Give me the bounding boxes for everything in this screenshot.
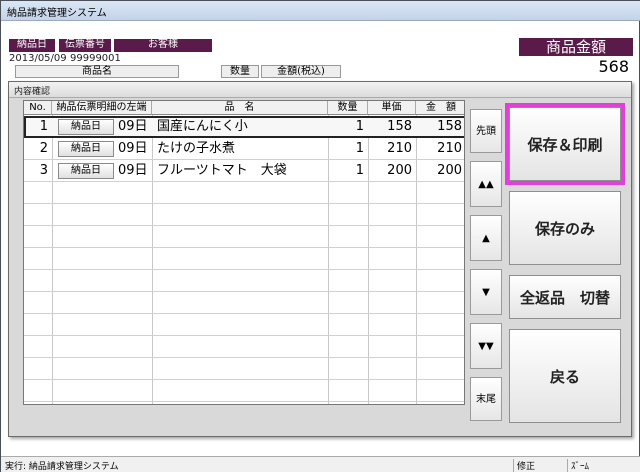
th-slip-left: 納品伝票明細の左端 bbox=[52, 101, 152, 115]
window-title: 納品請求管理システム bbox=[7, 8, 107, 19]
slip-number-value: 99999001 bbox=[70, 53, 121, 64]
th-amount: 金 額 bbox=[416, 101, 464, 115]
row-amount: 200 bbox=[437, 163, 462, 178]
dialog-title-bar: 内容確認 bbox=[9, 82, 631, 98]
row-day: 09日 bbox=[118, 119, 148, 134]
delivery-date-value: 2013/05/09 bbox=[9, 53, 67, 64]
save-only-button[interactable]: 保存のみ bbox=[509, 191, 621, 265]
col-product-name: 商品名 bbox=[15, 65, 179, 78]
row-item-name: 国産にんにく小 bbox=[157, 119, 248, 134]
title-bar: 納品請求管理システム bbox=[1, 1, 640, 21]
grid-line bbox=[24, 225, 464, 226]
page-up-button[interactable]: ▲▲ bbox=[470, 161, 502, 207]
back-button[interactable]: 戻る bbox=[509, 329, 621, 423]
amount-value: 568 bbox=[598, 57, 629, 76]
row-amount: 158 bbox=[437, 119, 462, 134]
table-row[interactable]: 2 納品日 09日 たけの子水煮 1 210 210 bbox=[24, 138, 464, 160]
row-no: 3 bbox=[39, 163, 48, 178]
th-no: No. bbox=[24, 101, 52, 115]
grid-line bbox=[24, 247, 464, 248]
items-table: No. 納品伝票明細の左端 品 名 数量 単価 金 額 1 納品日 09日 国産… bbox=[23, 100, 465, 405]
status-mode: 修正 bbox=[513, 459, 563, 472]
row-day: 09日 bbox=[118, 141, 148, 156]
row-unit-price: 158 bbox=[387, 119, 412, 134]
row-no: 2 bbox=[39, 141, 48, 156]
delivery-date-button[interactable]: 納品日 bbox=[58, 141, 114, 157]
amount-label: 商品金額 bbox=[519, 38, 633, 56]
col-amount: 金額(税込) bbox=[261, 65, 341, 78]
grid-line bbox=[24, 379, 464, 380]
row-unit-price: 210 bbox=[387, 141, 412, 156]
delivery-date-button[interactable]: 納品日 bbox=[58, 119, 114, 135]
row-quantity: 1 bbox=[355, 141, 364, 156]
th-quantity: 数量 bbox=[328, 101, 368, 115]
th-item-name: 品 名 bbox=[152, 101, 328, 115]
down-button[interactable]: ▼ bbox=[470, 269, 502, 315]
toggle-return-button[interactable]: 全返品 切替 bbox=[509, 275, 621, 319]
dialog-title: 内容確認 bbox=[14, 87, 51, 97]
label-delivery-date: 納品日 bbox=[9, 39, 55, 52]
status-bar: 実行: 納品請求管理システム 修正 ｽﾞｰﾑ bbox=[1, 456, 640, 472]
grid-line bbox=[24, 269, 464, 270]
up-button[interactable]: ▲ bbox=[470, 215, 502, 261]
row-unit-price: 200 bbox=[387, 163, 412, 178]
label-slip-number: 伝票番号 bbox=[59, 39, 111, 52]
delivery-date-button[interactable]: 納品日 bbox=[58, 163, 114, 179]
row-quantity: 1 bbox=[355, 163, 364, 178]
grid-line bbox=[24, 203, 464, 204]
first-button[interactable]: 先頭 bbox=[470, 109, 502, 153]
grid-line bbox=[24, 401, 464, 402]
status-text: 実行: 納品請求管理システム bbox=[5, 462, 119, 472]
grid-line bbox=[24, 357, 464, 358]
table-row[interactable]: 1 納品日 09日 国産にんにく小 1 158 158 bbox=[24, 116, 464, 138]
app-window: 納品請求管理システム 納品日 伝票番号 お客様 2013/05/09 99999… bbox=[0, 0, 640, 472]
grid-line bbox=[24, 335, 464, 336]
grid-line bbox=[24, 291, 464, 292]
th-unit-price: 単価 bbox=[368, 101, 416, 115]
table-row[interactable]: 3 納品日 09日 フルーツトマト 大袋 1 200 200 bbox=[24, 160, 464, 182]
row-item-name: フルーツトマト 大袋 bbox=[157, 163, 287, 178]
status-zoom: ｽﾞｰﾑ bbox=[567, 459, 607, 472]
col-quantity: 数量 bbox=[221, 65, 259, 78]
grid-line bbox=[24, 313, 464, 314]
page-down-button[interactable]: ▼▼ bbox=[470, 323, 502, 369]
row-day: 09日 bbox=[118, 163, 148, 178]
row-item-name: たけの子水煮 bbox=[157, 141, 236, 156]
save-and-print-button[interactable]: 保存＆印刷 bbox=[505, 103, 625, 185]
row-no: 1 bbox=[39, 119, 48, 134]
row-amount: 210 bbox=[437, 141, 462, 156]
confirm-dialog: 内容確認 No. 納品伝票明細の左端 品 名 数量 単価 金 額 1 納品日 0… bbox=[8, 81, 632, 437]
last-button[interactable]: 末尾 bbox=[470, 377, 502, 421]
row-quantity: 1 bbox=[355, 119, 364, 134]
label-customer: お客様 bbox=[114, 39, 212, 52]
